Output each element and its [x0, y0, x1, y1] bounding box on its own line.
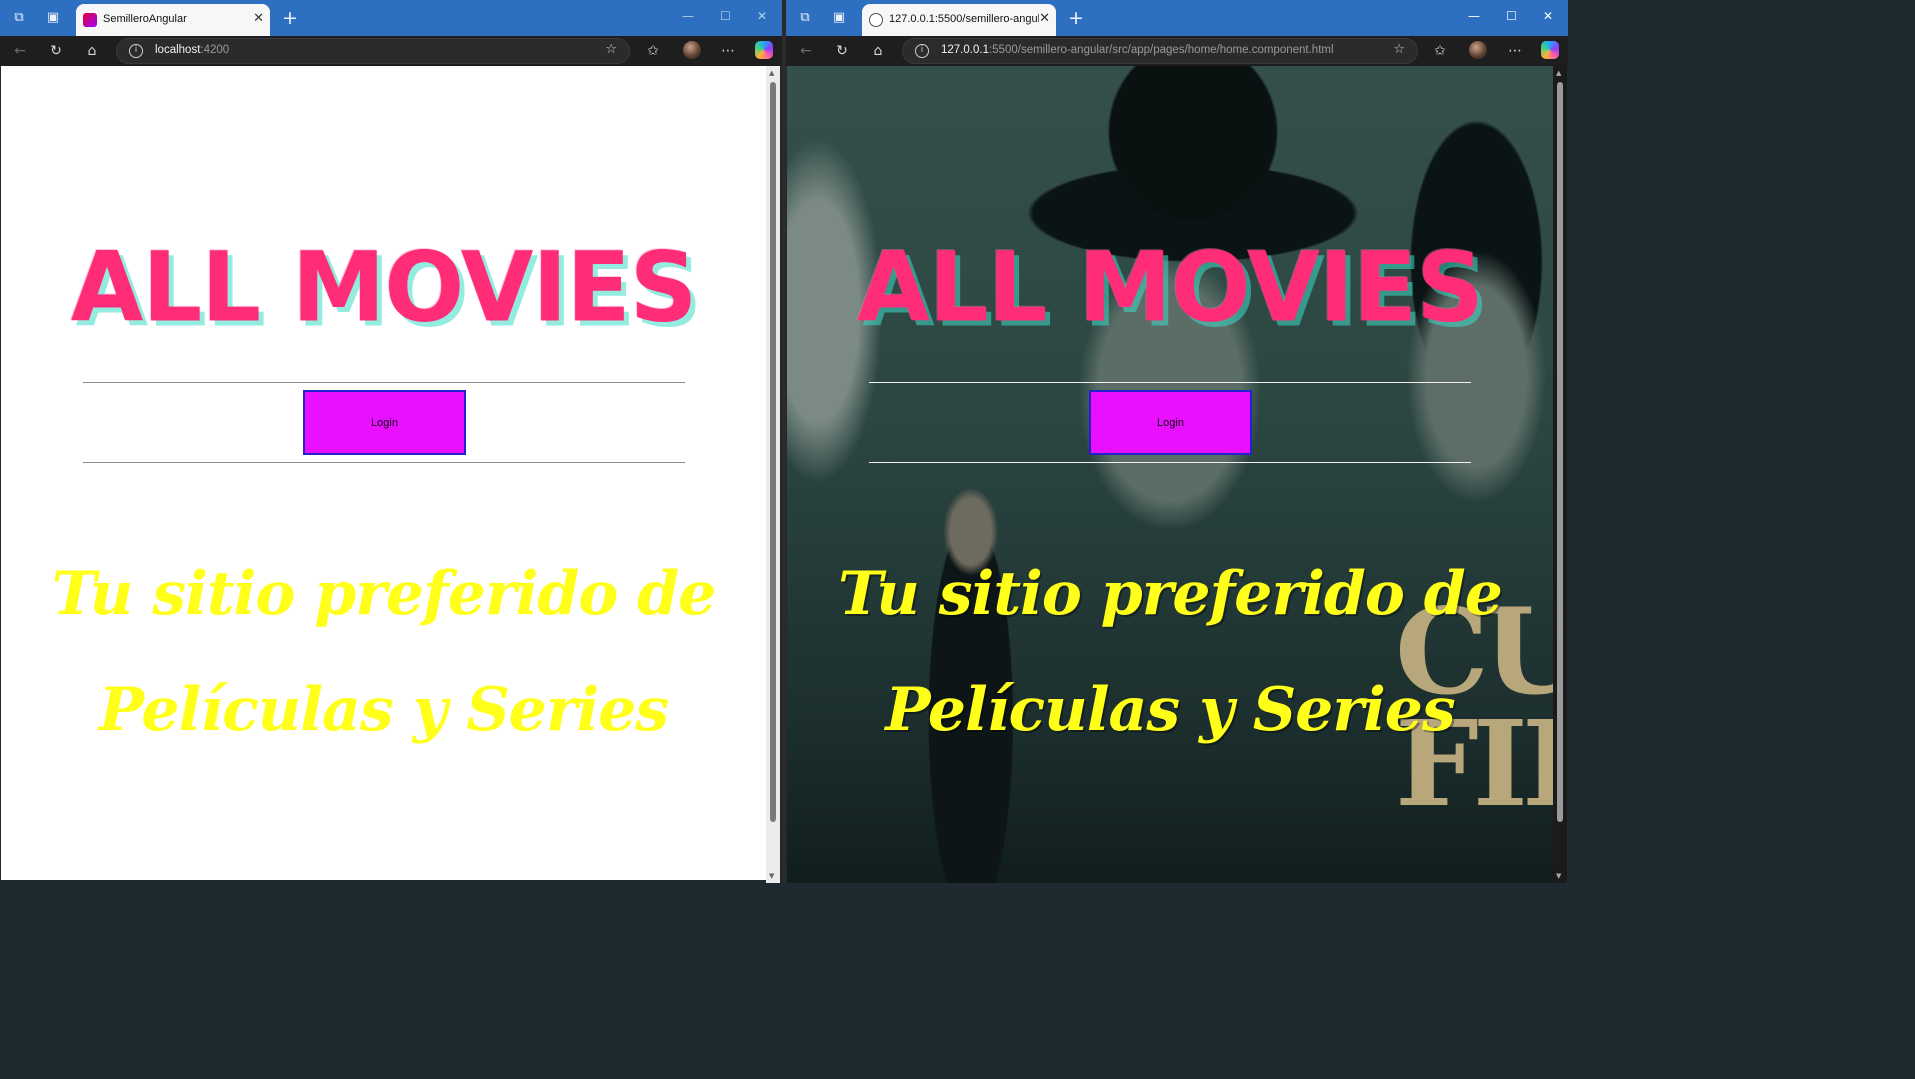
- close-tab-icon[interactable]: ✕: [253, 11, 264, 26]
- tab-title: SemilleroAngular: [103, 13, 187, 25]
- browser-toolbar: ← ↻ ⌂ i localhost:4200 ☆ ✩ ⋯: [0, 36, 782, 66]
- tagline-line-1: Tu sitio preferido de: [838, 559, 1503, 629]
- new-tab-button[interactable]: +: [282, 6, 298, 30]
- scroll-up-icon[interactable]: ▲: [1556, 69, 1561, 77]
- page-title: ALL MOVIES: [857, 232, 1484, 345]
- home-page: ALL MOVIES Login Tu sitio preferido de P…: [787, 66, 1553, 883]
- divider-bottom: [83, 462, 685, 463]
- address-url[interactable]: 127.0.0.1:5500/semillero-angular/src/app…: [941, 44, 1334, 56]
- login-button[interactable]: Login: [303, 390, 466, 455]
- tab-bar: ⧉ ▣ 127.0.0.1:5500/semillero-angular/ ✕ …: [786, 0, 1568, 36]
- favorites-icon[interactable]: ✩: [1430, 41, 1450, 61]
- login-button[interactable]: Login: [1089, 390, 1252, 455]
- info-icon[interactable]: i: [915, 44, 929, 58]
- home-icon[interactable]: ⌂: [868, 41, 888, 61]
- workspaces-icon[interactable]: ⧉: [10, 9, 28, 27]
- tab-title: 127.0.0.1:5500/semillero-angular/: [889, 13, 1039, 25]
- maximize-icon[interactable]: ☐: [1506, 9, 1517, 23]
- tagline: Tu sitio preferido de Películas y Series: [827, 536, 1513, 768]
- tagline-line-2: Películas y Series: [885, 675, 1455, 745]
- globe-icon: [869, 13, 883, 27]
- info-icon[interactable]: i: [129, 44, 143, 58]
- tab-home-component[interactable]: 127.0.0.1:5500/semillero-angular/ ✕: [862, 4, 1056, 36]
- scrollbar[interactable]: ▲ ▼: [1553, 66, 1567, 883]
- workspaces-icon[interactable]: ⧉: [796, 9, 814, 27]
- tab-semillero-angular[interactable]: SemilleroAngular ✕: [76, 4, 270, 36]
- close-window-icon[interactable]: ✕: [1543, 9, 1553, 23]
- avatar[interactable]: [683, 41, 701, 59]
- divider-top: [83, 382, 685, 383]
- title-wrapper: ALL MOVIES: [787, 232, 1553, 345]
- tab-actions-icon[interactable]: ▣: [830, 9, 848, 27]
- address-bar[interactable]: i localhost:4200 ☆: [116, 38, 630, 64]
- new-tab-button[interactable]: +: [1068, 6, 1084, 30]
- more-icon[interactable]: ⋯: [718, 41, 738, 61]
- star-icon[interactable]: ☆: [605, 42, 617, 57]
- browser-toolbar: ← ↻ ⌂ i 127.0.0.1:5500/semillero-angular…: [786, 36, 1568, 66]
- address-bar[interactable]: i 127.0.0.1:5500/semillero-angular/src/a…: [902, 38, 1418, 64]
- favorites-icon[interactable]: ✩: [643, 41, 663, 61]
- back-arrow-icon[interactable]: ←: [10, 41, 30, 61]
- refresh-icon[interactable]: ↻: [832, 41, 852, 61]
- title-wrapper: ALL MOVIES: [1, 232, 766, 345]
- close-tab-icon[interactable]: ✕: [1039, 11, 1050, 26]
- home-icon[interactable]: ⌂: [82, 41, 102, 61]
- scroll-up-icon[interactable]: ▲: [769, 69, 774, 77]
- close-window-icon[interactable]: ✕: [757, 9, 767, 23]
- minimize-icon[interactable]: —: [682, 9, 694, 23]
- scroll-down-icon[interactable]: ▼: [769, 872, 774, 880]
- page-viewport: ALL MOVIES Login Tu sitio preferido de P…: [1, 66, 766, 880]
- page-title: ALL MOVIES: [70, 232, 698, 345]
- star-icon[interactable]: ☆: [1393, 42, 1405, 57]
- address-url[interactable]: localhost:4200: [155, 44, 229, 56]
- tagline: Tu sitio preferido de Películas y Series: [41, 536, 726, 768]
- angular-icon: [83, 13, 97, 27]
- divider-bottom: [869, 462, 1471, 463]
- tab-bar: ⧉ ▣ SemilleroAngular ✕ + — ☐ ✕: [0, 0, 782, 36]
- tagline-line-1: Tu sitio preferido de: [51, 559, 717, 629]
- tab-actions-icon[interactable]: ▣: [44, 9, 62, 27]
- copilot-icon[interactable]: [755, 41, 773, 59]
- browser-window-right: ⧉ ▣ 127.0.0.1:5500/semillero-angular/ ✕ …: [786, 0, 1568, 883]
- copilot-icon[interactable]: [1541, 41, 1559, 59]
- scrollbar[interactable]: ▲ ▼: [766, 66, 780, 883]
- avatar[interactable]: [1469, 41, 1487, 59]
- back-arrow-icon[interactable]: ←: [796, 41, 816, 61]
- home-page: ALL MOVIES Login Tu sitio preferido de P…: [1, 66, 766, 880]
- scroll-thumb[interactable]: [770, 82, 776, 822]
- scroll-thumb[interactable]: [1557, 82, 1563, 822]
- minimize-icon[interactable]: —: [1468, 9, 1480, 23]
- scroll-down-icon[interactable]: ▼: [1556, 872, 1561, 880]
- divider-top: [869, 382, 1471, 383]
- browser-window-left: ⧉ ▣ SemilleroAngular ✕ + — ☐ ✕ ← ↻ ⌂ i l…: [0, 0, 782, 883]
- page-viewport: CU FIL ALL MOVIES Login Tu sitio preferi…: [787, 66, 1553, 883]
- maximize-icon[interactable]: ☐: [720, 9, 731, 23]
- tagline-line-2: Películas y Series: [98, 675, 669, 745]
- refresh-icon[interactable]: ↻: [46, 41, 66, 61]
- more-icon[interactable]: ⋯: [1505, 41, 1525, 61]
